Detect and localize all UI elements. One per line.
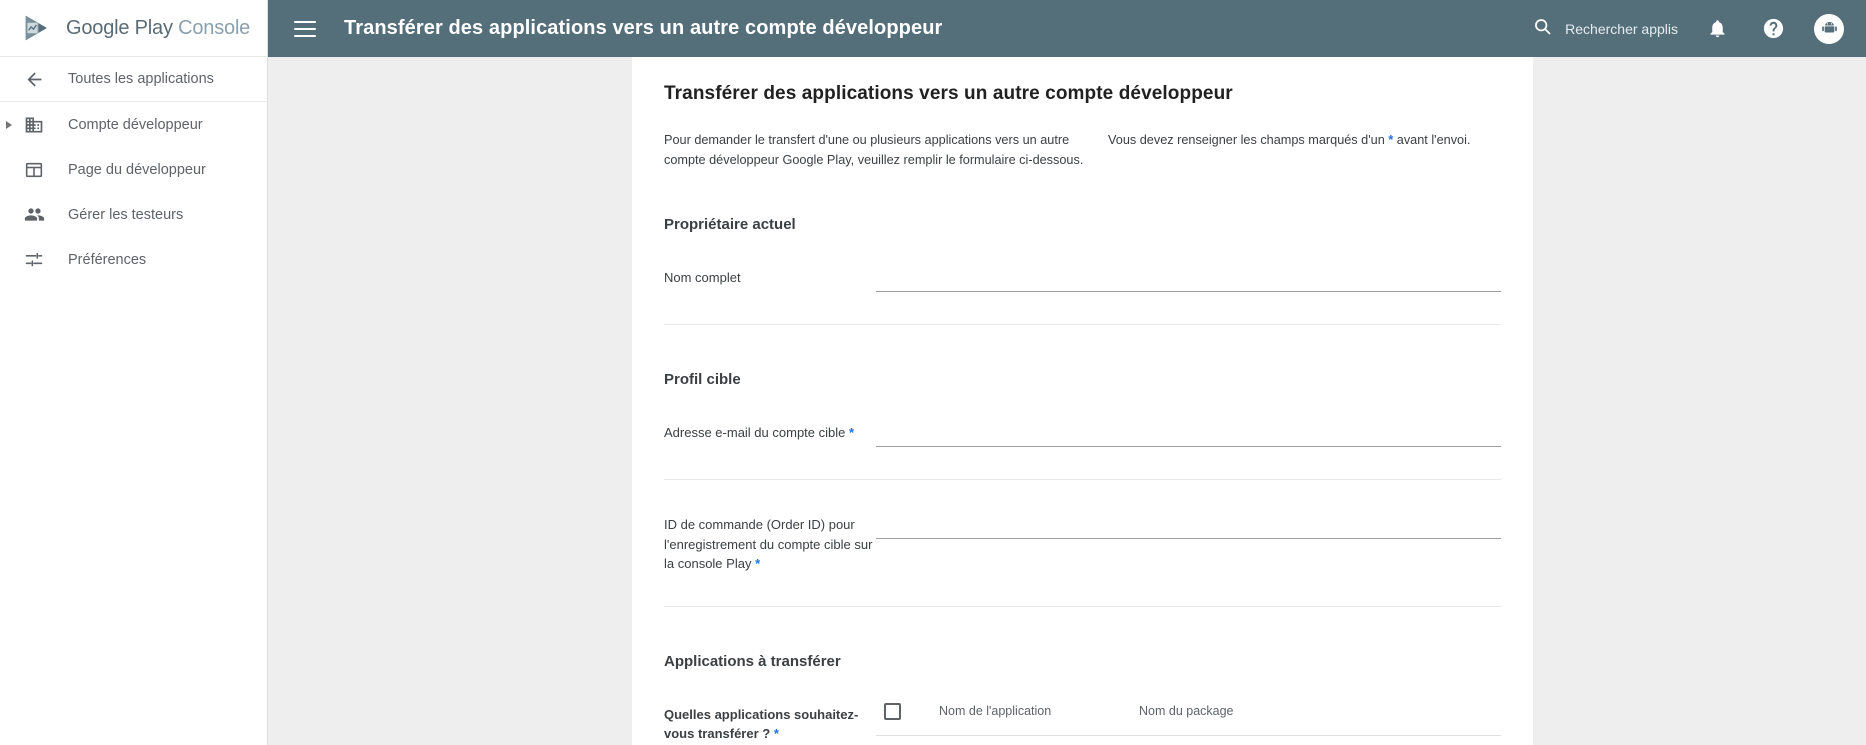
field-label: Nom complet — [664, 270, 741, 286]
expand-arrow-icon[interactable] — [6, 120, 12, 129]
sidebar-item-label: Page du développeur — [68, 161, 206, 178]
page-title: Transférer des applications vers un autr… — [344, 17, 943, 39]
required-note-before: Vous devez renseigner les champs marqués… — [1108, 133, 1385, 147]
field-row-order-id: ID de commande (Order ID) pour l'enregis… — [664, 513, 1501, 574]
required-marker: * — [755, 556, 761, 572]
tune-sliders-icon — [22, 248, 46, 272]
required-marker: * — [773, 726, 779, 742]
section-title-current-owner: Propriétaire actuel — [664, 216, 796, 234]
field-divider — [664, 324, 1501, 326]
content-area: Transférer des applications vers un autr… — [268, 57, 1866, 745]
search-input-label: Rechercher applis — [1565, 20, 1678, 37]
sidebar-item-label: Toutes les applications — [68, 71, 214, 87]
apps-table: Nom de l'application Nom du package — [876, 702, 1501, 736]
brand-name-light: Console — [178, 16, 251, 39]
column-header-package-name: Nom du package — [1139, 704, 1234, 719]
field-input-wrap — [876, 266, 1501, 293]
field-row-target-email: Adresse e-mail du compte cible * — [664, 421, 1501, 448]
field-label-text: Adresse e-mail du compte cible — [664, 425, 846, 441]
field-divider — [664, 605, 1501, 607]
field-label-text: ID de commande (Order ID) pour l'enregis… — [664, 517, 873, 572]
apps-table-header-row: Nom de l'application Nom du package — [876, 702, 1501, 736]
field-input-wrap — [876, 513, 1501, 540]
required-note-after: avant l'envoi. — [1396, 133, 1471, 147]
domain-building-icon — [22, 113, 46, 137]
sidebar: Google Play Console Toutes les applicati… — [0, 0, 268, 745]
field-row-full-name: Nom complet — [664, 266, 1501, 293]
arrow-back-icon — [22, 67, 46, 91]
web-page-icon — [22, 158, 46, 182]
intro-text: Pour demander le transfert d'une ou plus… — [664, 133, 1084, 167]
sidebar-item-manage-testers[interactable]: Gérer les testeurs — [0, 192, 267, 237]
field-label-text: Quelles applications souhaitez-vous tran… — [664, 706, 859, 742]
sidebar-item-developer-account[interactable]: Compte développeur — [0, 102, 267, 147]
topbar-actions: Rechercher applis — [1532, 12, 1844, 46]
bell-icon[interactable] — [1700, 12, 1734, 46]
search-icon — [1532, 16, 1553, 42]
card-title: Transférer des applications vers un autr… — [664, 83, 1233, 104]
column-header-app-name: Nom de l'application — [939, 704, 1052, 719]
sidebar-item-all-applications[interactable]: Toutes les applications — [0, 57, 267, 102]
people-group-icon — [22, 203, 46, 227]
target-email-input[interactable] — [876, 421, 1501, 448]
sidebar-item-preferences[interactable]: Préférences — [0, 237, 267, 282]
field-row-apps-selection: Quelles applications souhaitez-vous tran… — [664, 702, 1501, 744]
sidebar-item-label: Compte développeur — [68, 116, 203, 133]
sidebar-item-label: Gérer les testeurs — [68, 206, 184, 223]
field-label: Quelles applications souhaitez-vous tran… — [664, 703, 876, 744]
search-apps-box[interactable]: Rechercher applis — [1532, 16, 1678, 42]
required-marker: * — [848, 425, 855, 441]
sidebar-item-label: Préférences — [68, 251, 147, 268]
top-app-bar: Transférer des applications vers un autr… — [268, 0, 1866, 57]
brand-name-strong: Google Play — [66, 16, 173, 39]
play-console-logo-icon — [22, 13, 52, 43]
order-id-input[interactable] — [876, 513, 1501, 540]
field-input-wrap — [876, 421, 1501, 448]
section-title-target-profile: Profil cible — [664, 371, 741, 389]
brand-logo-area[interactable]: Google Play Console — [0, 0, 267, 57]
brand-name: Google Play Console — [66, 17, 250, 40]
sidebar-item-developer-page[interactable]: Page du développeur — [0, 147, 267, 192]
hamburger-menu-icon[interactable] — [294, 20, 316, 37]
help-circle-icon[interactable] — [1756, 12, 1790, 46]
field-divider — [664, 479, 1501, 481]
required-marker: * — [1388, 133, 1394, 147]
required-fields-note: Vous devez renseigner les champs marqués… — [1108, 131, 1470, 151]
full-name-input[interactable] — [876, 266, 1501, 293]
select-all-checkbox[interactable] — [884, 702, 901, 720]
intro-row: Pour demander le transfert d'une ou plus… — [664, 131, 1501, 170]
field-label: Adresse e-mail du compte cible * — [664, 421, 876, 443]
field-label: ID de commande (Order ID) pour l'enregis… — [664, 513, 876, 574]
android-avatar-icon[interactable] — [1814, 13, 1844, 44]
transfer-form-card: Transférer des applications vers un autr… — [632, 57, 1533, 745]
section-title-apps-to-transfer: Applications à transférer — [664, 652, 841, 670]
